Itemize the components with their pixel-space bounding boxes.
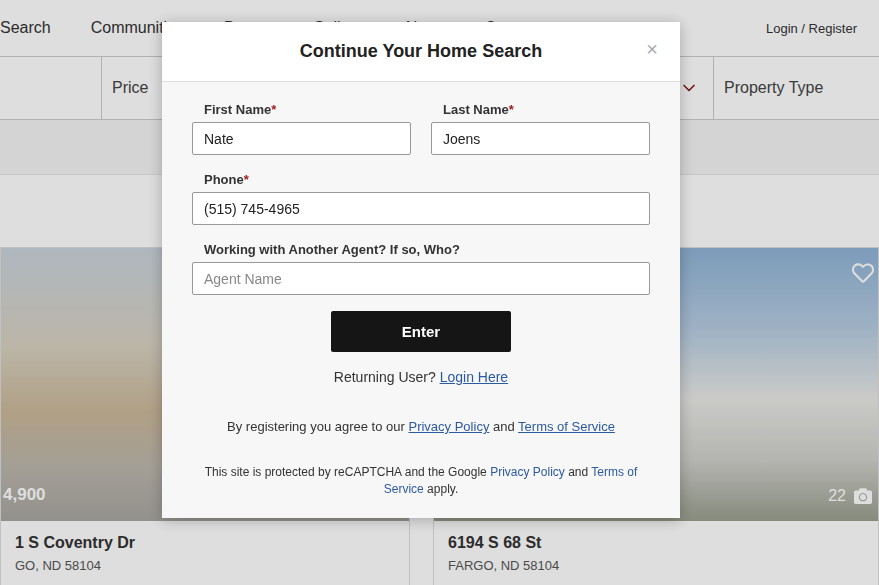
field-label: Working with Another Agent? If so, Who? [192, 242, 650, 257]
text-input[interactable] [192, 262, 650, 295]
field-label: Phone* [192, 172, 650, 187]
text-input[interactable] [431, 122, 650, 155]
form-field: First Name* [192, 102, 411, 155]
returning-user: Returning User? Login Here [192, 369, 650, 385]
privacy-link[interactable]: Privacy Policy [408, 419, 489, 434]
terms-note: By registering you agree to our Privacy … [192, 419, 650, 434]
required-mark: * [271, 102, 276, 117]
register-modal: Continue Your Home Search × First Name* Las… [162, 22, 680, 518]
form-field: Phone* [192, 172, 650, 225]
modal-header: Continue Your Home Search × [162, 22, 680, 82]
field-row: Working with Another Agent? If so, Who? [192, 242, 650, 295]
close-icon[interactable]: × [646, 38, 658, 61]
recaptcha-note: This site is protected by reCAPTCHA and … [201, 464, 641, 499]
terms-link[interactable]: Terms of Service [518, 419, 615, 434]
enter-button[interactable]: Enter [331, 311, 511, 352]
google-privacy-link[interactable]: Privacy Policy [490, 465, 565, 479]
field-label: Last Name* [431, 102, 650, 117]
text-input[interactable] [192, 122, 411, 155]
field-row: First Name* Last Name* [192, 102, 650, 155]
form-field: Working with Another Agent? If so, Who? [192, 242, 650, 295]
field-label: First Name* [192, 102, 411, 117]
login-here-link[interactable]: Login Here [440, 369, 509, 385]
required-mark: * [509, 102, 514, 117]
form-field: Last Name* [431, 102, 650, 155]
field-row: Phone* [192, 172, 650, 225]
modal-body: First Name* Last Name* Phone* Working with … [162, 82, 680, 499]
text-input[interactable] [192, 192, 650, 225]
required-mark: * [244, 172, 249, 187]
modal-title: Continue Your Home Search [300, 41, 542, 62]
